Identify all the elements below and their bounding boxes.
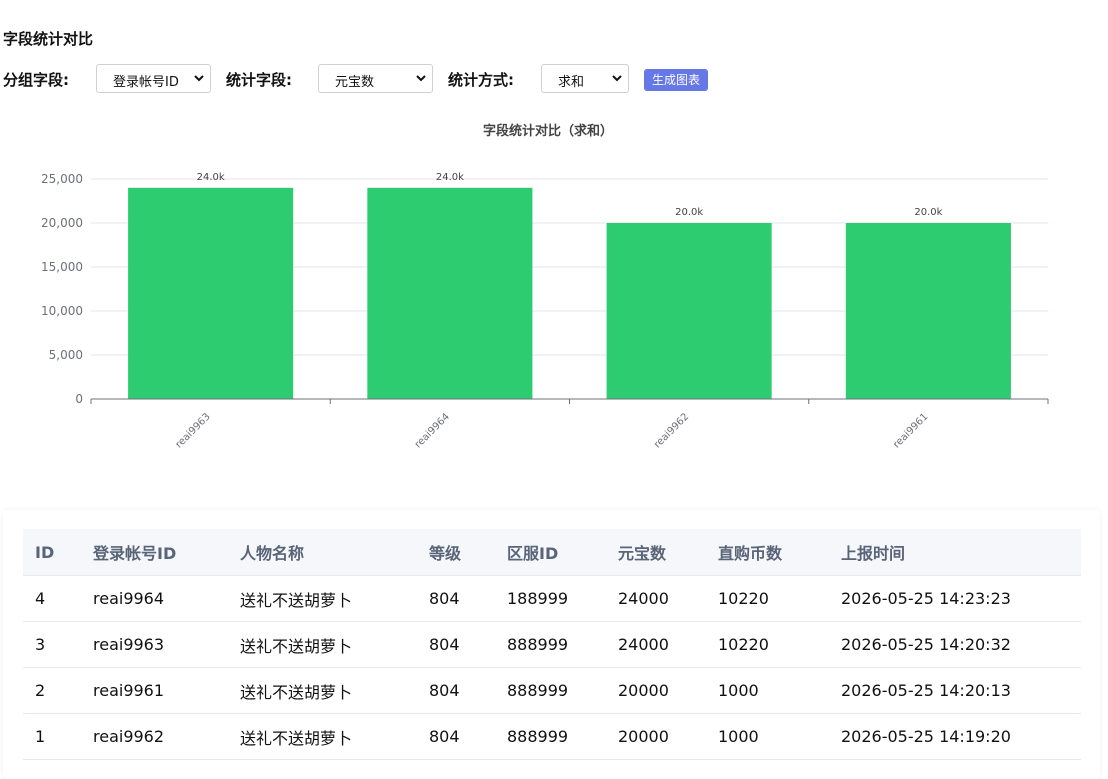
bar-data-label: 20.0k — [914, 207, 942, 218]
stat-method-value: 求和 — [558, 75, 585, 90]
table-cell: 2026-05-25 14:20:13 — [829, 667, 1081, 714]
y-tick-label: 15,000 — [41, 260, 83, 274]
table-cell: 804 — [417, 713, 495, 760]
table-cell: 24000 — [606, 575, 706, 622]
table-cell: 1000 — [706, 713, 829, 760]
stat-field-select[interactable]: 元宝数 — [318, 64, 433, 93]
table-header-row: ID 登录帐号ID 人物名称 等级 区服ID 元宝数 直购币数 上报时间 — [23, 529, 1081, 576]
table-cell: 10220 — [706, 575, 829, 622]
table-cell: 送礼不送胡萝卜 — [228, 667, 417, 714]
data-table: ID 登录帐号ID 人物名称 等级 区服ID 元宝数 直购币数 上报时间 4 r… — [23, 529, 1081, 760]
table-cell: reai9961 — [81, 667, 228, 714]
table-cell: 送礼不送胡萝卜 — [228, 621, 417, 668]
bar — [845, 223, 1011, 399]
group-field-value: 登录帐号ID — [113, 75, 179, 90]
chevron-down-icon — [194, 75, 204, 82]
y-tick-label: 20,000 — [41, 216, 83, 230]
bar-chart: 字段统计对比（求和） 0 5,000 10,000 15,000 20,000 25,000… — [0, 112, 1108, 452]
table-cell: 4 — [23, 575, 81, 622]
table-cell: 2 — [23, 667, 81, 714]
bar-data-label: 24.0k — [436, 172, 464, 183]
table-row: 2 reai9961 送礼不送胡萝卜 804 888999 20000 1000… — [23, 667, 1081, 714]
table-cell: 1 — [23, 713, 81, 760]
table-cell: 送礼不送胡萝卜 — [228, 713, 417, 760]
stat-method-label: 统计方式: — [448, 71, 514, 89]
table-cell: 804 — [417, 667, 495, 714]
table-cell: 送礼不送胡萝卜 — [228, 575, 417, 622]
bar-data-label: 20.0k — [675, 207, 703, 218]
column-header: ID — [23, 529, 81, 576]
table-cell: 10220 — [706, 621, 829, 668]
table-cell: 888999 — [495, 621, 606, 668]
column-header: 上报时间 — [829, 529, 1081, 576]
x-tick-label: reai9964 — [413, 411, 452, 450]
table-row: 4 reai9964 送礼不送胡萝卜 804 188999 24000 1022… — [23, 575, 1081, 622]
chart-controls: 分组字段: 登录帐号ID 统计字段: 元宝数 统计方式: 求和 生成图表 — [3, 64, 1103, 96]
bar-data-label: 24.0k — [197, 172, 225, 183]
table-cell: 188999 — [495, 575, 606, 622]
column-header: 元宝数 — [606, 529, 706, 576]
group-field-select[interactable]: 登录帐号ID — [96, 64, 211, 93]
table-cell: reai9962 — [81, 713, 228, 760]
table-cell: 2026-05-25 14:20:32 — [829, 621, 1081, 668]
page-title: 字段统计对比 — [3, 30, 94, 48]
y-tick-label: 0 — [75, 392, 83, 406]
table-row: 1 reai9962 送礼不送胡萝卜 804 888999 20000 1000… — [23, 713, 1081, 760]
table-cell: 888999 — [495, 713, 606, 760]
table-cell: reai9963 — [81, 621, 228, 668]
bar — [367, 187, 533, 399]
table-cell: 2026-05-25 14:19:20 — [829, 713, 1081, 760]
chart-canvas: 字段统计对比（求和） 0 5,000 10,000 15,000 20,000 25,000… — [41, 123, 1049, 451]
table-cell: 888999 — [495, 667, 606, 714]
table-cell: 804 — [417, 621, 495, 668]
y-tick-label: 5,000 — [49, 348, 83, 362]
chart-title: 字段统计对比（求和） — [483, 123, 613, 139]
column-header: 等级 — [417, 529, 495, 576]
table-row: 3 reai9963 送礼不送胡萝卜 804 888999 24000 1022… — [23, 621, 1081, 668]
table-cell: 20000 — [606, 713, 706, 760]
stat-field-label: 统计字段: — [226, 71, 292, 89]
x-tick-label: reai9961 — [891, 411, 930, 450]
table-cell: 1000 — [706, 667, 829, 714]
stat-field-value: 元宝数 — [335, 75, 375, 90]
table-cell: 20000 — [606, 667, 706, 714]
column-header: 人物名称 — [228, 529, 417, 576]
chevron-down-icon — [612, 75, 622, 82]
table-cell: 804 — [417, 575, 495, 622]
y-tick-label: 25,000 — [41, 172, 83, 186]
table-cell: reai9964 — [81, 575, 228, 622]
chevron-down-icon — [416, 75, 426, 82]
generate-chart-button[interactable]: 生成图表 — [644, 69, 709, 91]
data-table-panel: ID 登录帐号ID 人物名称 等级 区服ID 元宝数 直购币数 上报时间 4 r… — [3, 510, 1100, 779]
table-cell: 24000 — [606, 621, 706, 668]
x-tick-label: reai9962 — [652, 411, 691, 450]
y-tick-label: 10,000 — [41, 304, 83, 318]
group-field-label: 分组字段: — [3, 71, 69, 89]
x-tick-label: reai9963 — [174, 411, 213, 450]
table-cell: 3 — [23, 621, 81, 668]
table-cell: 2026-05-25 14:23:23 — [829, 575, 1081, 622]
bar — [128, 187, 294, 399]
bar — [606, 223, 772, 399]
column-header: 登录帐号ID — [81, 529, 228, 576]
column-header: 直购币数 — [706, 529, 829, 576]
stat-method-select[interactable]: 求和 — [541, 64, 629, 93]
column-header: 区服ID — [495, 529, 606, 576]
